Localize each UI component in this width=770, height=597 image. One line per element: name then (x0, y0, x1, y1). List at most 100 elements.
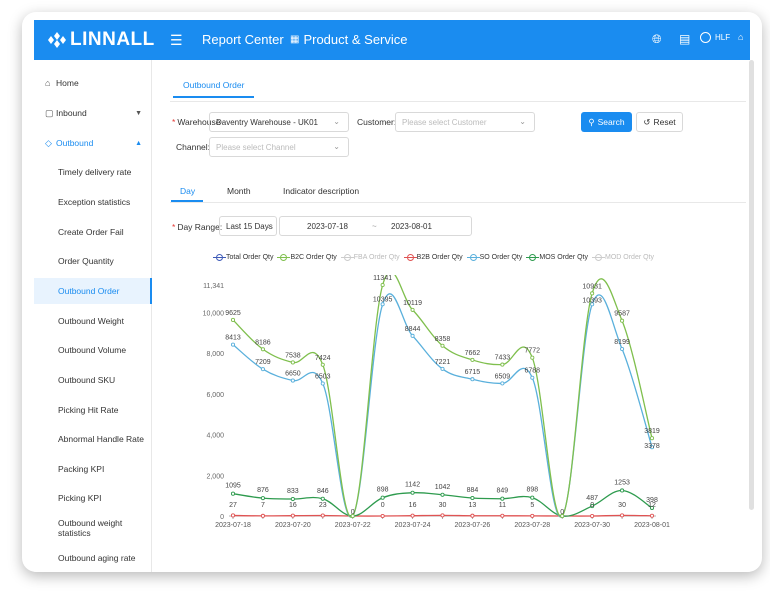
sidebar-item-timely-delivery-rate[interactable]: Timely delivery rate (34, 159, 152, 185)
data-label-so: 7209 (255, 359, 271, 366)
data-label-b2c: 8358 (435, 336, 451, 343)
data-label-so: 8199 (614, 339, 630, 346)
scrollbar[interactable] (749, 60, 754, 510)
legend-item-mod-order-qty[interactable]: MOD Order Qty (592, 251, 655, 263)
data-point-mos-order-qty (530, 495, 535, 500)
date-separator: ~ (372, 222, 377, 231)
data-label-b2b: 30 (618, 502, 626, 509)
home-icon: ⌂ (45, 78, 51, 88)
data-point-mos-order-qty (620, 488, 625, 493)
sidebar-item-outbound-sku[interactable]: Outbound SKU (34, 367, 152, 393)
range-preset-select[interactable]: Last 15 Days ⌄ (219, 216, 277, 236)
main-content: Outbound Order * Warehouse Daventry Wareh… (152, 60, 750, 572)
inbound-icon: ▢ (45, 107, 54, 118)
settings-icon[interactable]: ⌂ (738, 32, 743, 42)
data-label-b2c: 9587 (614, 311, 630, 318)
data-label-so: 6788 (524, 368, 540, 375)
data-label-b2c: 8186 (255, 339, 271, 346)
data-label-b2b: 7 (261, 502, 265, 509)
start-date: 2023-07-18 (307, 222, 348, 231)
tab-day[interactable]: Day (180, 186, 195, 196)
sidebar-item-outbound-weight[interactable]: Outbound Weight (34, 308, 152, 334)
globe-icon[interactable]: 🌐︎ (652, 32, 662, 47)
user-name: HLF (715, 33, 731, 42)
sidebar-item-inbound[interactable]: ▢ Inbound ▼ (34, 100, 152, 126)
data-label-b2b: 5 (530, 502, 534, 509)
data-point-b2b-order-qty (410, 513, 415, 518)
notes-icon[interactable]: ▤ (679, 32, 690, 46)
data-label-mos: 1142 (405, 482, 420, 489)
channel-placeholder: Please select Channel (216, 142, 296, 152)
data-label-b2b: 12 (648, 502, 656, 509)
legend-label: SO Order Qty (479, 253, 523, 261)
data-label-b2b: 30 (439, 502, 447, 509)
legend-item-mos-order-qty[interactable]: MOS Order Qty (526, 251, 588, 263)
tab-outbound-order[interactable]: Outbound Order (173, 80, 255, 98)
data-point-b2c-order-qty (500, 362, 505, 367)
y-tick-label: 10,000 (203, 310, 225, 317)
sidebar-item-picking-hit-rate[interactable]: Picking Hit Rate (34, 397, 152, 423)
sidebar-item-outbound[interactable]: ◇ Outbound ▲ (34, 130, 152, 156)
data-point-so-order-qty (470, 377, 475, 382)
sidebar-item-exception-statistics[interactable]: Exception statistics (34, 189, 152, 215)
data-point-b2c-order-qty (290, 360, 295, 365)
data-point-mos-order-qty (230, 491, 236, 496)
data-label-b2c: 7538 (285, 352, 301, 359)
date-range-picker[interactable]: 2023-07-18 ~ 2023-08-01 (279, 216, 472, 236)
user-menu[interactable]: HLF (700, 32, 730, 43)
data-label-mos: 884 (467, 487, 479, 494)
legend-item-b2b-order-qty[interactable]: B2B Order Qty (403, 251, 463, 263)
data-label-b2b: 23 (319, 502, 327, 509)
sidebar-item-abnormal-handle-rate[interactable]: Abnormal Handle Rate (34, 426, 152, 452)
sidebar-item-home[interactable]: ⌂ Home (34, 70, 152, 96)
tab-indicator-description[interactable]: Indicator description (283, 186, 359, 196)
data-point-mos-order-qty (380, 495, 385, 500)
sidebar-item-packing-kpi[interactable]: Packing KPI (34, 456, 152, 482)
legend-label: Total Order Qty (226, 253, 274, 261)
x-tick-label: 2023-07-30 (574, 522, 610, 529)
legend-item-fba-order-qty[interactable]: FBA Order Qty (340, 251, 400, 263)
report-center-link[interactable]: Report Center (202, 32, 284, 47)
data-point-so-order-qty (410, 333, 415, 338)
sidebar-item-outbound-aging-rate[interactable]: Outbound aging rate (34, 545, 152, 571)
logo[interactable]: LINNALL (48, 29, 155, 51)
sidebar-item-picking-kpi[interactable]: Picking KPI (34, 485, 152, 511)
sidebar-item-order-quantity[interactable]: Order Quantity (34, 248, 152, 274)
product-service-link[interactable]: ▦ Product & Service (290, 32, 408, 47)
x-tick-label: 2023-07-24 (395, 522, 431, 529)
sidebar-item-create-order-fail[interactable]: Create Order Fail (34, 219, 152, 245)
legend-marker (213, 253, 226, 261)
end-date: 2023-08-01 (391, 222, 432, 231)
legend-item-total-order-qty[interactable]: Total Order Qty (213, 251, 274, 263)
legend-label: MOD Order Qty (605, 253, 655, 261)
legend-item-b2c-order-qty[interactable]: B2C Order Qty (277, 251, 337, 263)
tab-month[interactable]: Month (227, 186, 251, 196)
data-point-b2b-order-qty (440, 513, 445, 518)
legend-label: B2B Order Qty (416, 253, 463, 261)
search-button[interactable]: ⚲ Search (581, 112, 632, 132)
data-point-b2b-order-qty (470, 513, 475, 518)
x-tick-label: 2023-07-26 (455, 522, 491, 529)
sidebar-item-outbound-weight-statistics[interactable]: Outbound weight statistics (34, 515, 152, 541)
menu-toggle-icon[interactable]: ☰ (170, 32, 183, 49)
legend-label: B2C Order Qty (290, 253, 337, 261)
data-point-so-order-qty (320, 381, 325, 386)
data-label-b2c: 10119 (403, 300, 422, 307)
warehouse-select[interactable]: Daventry Warehouse - UK01 ⌄ (209, 112, 349, 132)
reset-button[interactable]: ↺ Reset (636, 112, 683, 132)
sidebar-item-outbound-volume[interactable]: Outbound Volume (34, 337, 152, 363)
data-point-mos-order-qty (500, 496, 505, 501)
data-point-b2c-order-qty (230, 317, 236, 323)
data-point-b2c-order-qty (590, 291, 595, 296)
chevron-down-icon: ⌄ (265, 221, 272, 230)
legend-item-so-order-qty[interactable]: SO Order Qty (466, 251, 523, 263)
channel-select[interactable]: Please select Channel ⌄ (209, 137, 349, 157)
sidebar-item-outbound-order[interactable]: Outbound Order (34, 278, 152, 304)
data-point-b2b-order-qty (230, 513, 236, 518)
data-point-so-order-qty (260, 367, 265, 372)
data-point-mos-order-qty (320, 496, 325, 501)
data-label-so: 8413 (225, 335, 241, 342)
legend-label: MOS Order Qty (539, 253, 588, 261)
customer-select[interactable]: Please select Customer ⌄ (395, 112, 535, 132)
data-label-so: 8844 (405, 326, 421, 333)
